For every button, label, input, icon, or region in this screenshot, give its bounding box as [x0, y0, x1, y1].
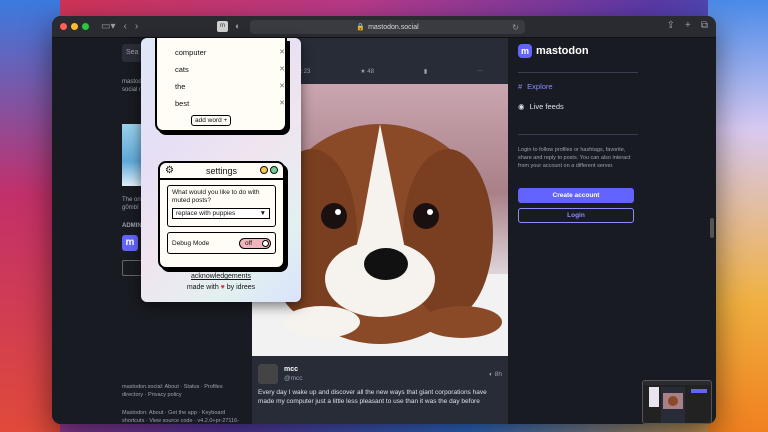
remove-word-icon[interactable]: ✕ [279, 65, 285, 74]
privacy-shield-icon[interactable]: ◐ [235, 21, 240, 31]
extension-popup: computer ✕ cats ✕ the ✕ best ✕ add word + ⚙ … [141, 38, 301, 302]
divider [518, 72, 638, 73]
debug-mode-setting: Debug Mode off [167, 232, 276, 254]
screenshot-thumbnail[interactable] [642, 380, 712, 424]
debug-mode-label: Debug Mode [172, 239, 210, 247]
post-author-handle[interactable]: @mcc [284, 374, 303, 383]
server-about-text: mastod social r [122, 79, 142, 93]
maximize-window-button[interactable] [82, 23, 89, 30]
list-item: best ✕ [175, 99, 285, 108]
divider [518, 134, 638, 135]
create-account-button[interactable]: Create account [518, 188, 634, 203]
admin-avatar[interactable]: m [122, 235, 138, 251]
favorite-button[interactable]: ★ 48 [360, 68, 374, 75]
nav-explore[interactable]: # Explore [518, 82, 553, 91]
muted-words-list: computer ✕ cats ✕ the ✕ best ✕ add word + [155, 38, 287, 132]
lock-icon: 🔒 [356, 24, 366, 31]
more-icon[interactable]: ··· [477, 68, 483, 75]
close-window-button[interactable] [60, 23, 67, 30]
bookmark-icon[interactable]: ▮ [424, 68, 427, 75]
avatar[interactable] [258, 364, 278, 384]
debug-mode-toggle[interactable]: off [239, 237, 271, 249]
dropdown-arrow-icon: ▼ [259, 209, 266, 217]
hashtag-icon: # [518, 82, 523, 91]
muted-posts-setting: What would you like to do with muted pos… [167, 185, 276, 227]
remove-word-icon[interactable]: ✕ [279, 82, 285, 91]
thumbnail-preview [643, 381, 711, 423]
green-circle-icon [270, 166, 278, 174]
new-tab-icon[interactable]: + [685, 20, 691, 31]
remove-word-icon[interactable]: ✕ [279, 48, 285, 57]
admin-label: ADMIN [122, 223, 142, 229]
post-card[interactable]: mcc @mcc ◐ 8h Every day I wake up and di… [252, 358, 508, 412]
reload-icon[interactable]: ↻ [512, 23, 519, 32]
login-info-text: Login to follow profiles or hashtags, fa… [518, 147, 631, 169]
add-word-button[interactable]: add word + [191, 115, 232, 126]
footer-mastodon-links[interactable]: Mastodon: About · Get the app · Keyboard… [122, 410, 242, 424]
muted-posts-select[interactable]: replace with puppies ▼ [172, 208, 270, 219]
list-item: cats ✕ [175, 65, 285, 74]
page-scrollbar[interactable] [710, 218, 714, 238]
address-bar[interactable]: 🔒 mastodon.social ↻ [250, 20, 525, 34]
nav-live-feeds[interactable]: ◉ Live feeds [518, 102, 564, 111]
mastodon-logo[interactable]: m mastodon [518, 44, 589, 58]
toggle-knob [262, 239, 269, 247]
right-sidebar: m mastodon # Explore ◉ Live feeds Login … [518, 38, 638, 424]
desktop-wallpaper-right [708, 0, 768, 432]
list-item: the ✕ [175, 82, 285, 91]
minimize-window-button[interactable] [71, 23, 78, 30]
list-item: computer ✕ [175, 48, 285, 57]
login-button[interactable]: Login [518, 208, 634, 223]
browser-toolbar: ▭▾ ‹ › m ◐ 🔒 mastodon.social ↻ ⇪ + ⧉ [52, 16, 716, 38]
yellow-circle-icon [260, 166, 268, 174]
back-arrow-icon[interactable]: ‹ [123, 21, 126, 32]
tab-overview-icon[interactable]: ⧉ [701, 20, 708, 31]
remove-word-icon[interactable]: ✕ [279, 99, 285, 108]
mastodon-icon: m [518, 44, 532, 58]
forward-arrow-icon[interactable]: › [135, 21, 138, 32]
muted-posts-question: What would you like to do with muted pos… [172, 189, 260, 204]
globe-icon: ◉ [518, 102, 525, 111]
share-icon[interactable]: ⇪ [667, 20, 675, 31]
url-text: mastodon.social [368, 23, 419, 31]
desktop-wallpaper-left [0, 0, 60, 432]
acknowledgements-link[interactable]: acknowledgements [141, 273, 301, 280]
extension-icon[interactable]: m [217, 21, 228, 32]
footer-server-links[interactable]: mastodon.social: About · Status · Profil… [122, 384, 242, 399]
heart-icon: ♥ [220, 284, 225, 291]
post-text: Every day I wake up and discover all the… [258, 389, 487, 405]
settings-panel: ⚙ settings What would you like to do wit… [158, 161, 285, 269]
post-timestamp[interactable]: ◐ 8h [489, 370, 502, 379]
post-author-name[interactable]: mcc [284, 365, 303, 374]
sidebar-toggle-icon[interactable]: ▭▾ [101, 21, 115, 32]
made-with-credit: made with ♥ by idrees [186, 284, 256, 291]
